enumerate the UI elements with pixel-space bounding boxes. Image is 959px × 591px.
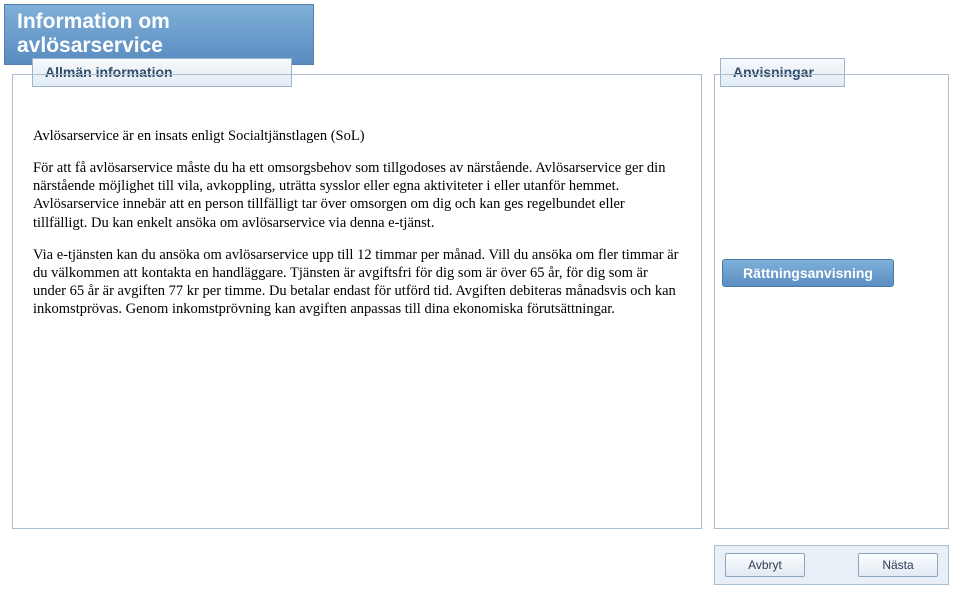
sidebar-panel — [714, 74, 949, 529]
content-para-2: För att få avlösarservice måste du ha et… — [33, 159, 681, 232]
footer-bar: Avbryt Nästa — [714, 545, 949, 585]
content-panel: Avlösarservice är en insats enligt Socia… — [12, 74, 702, 529]
next-button[interactable]: Nästa — [858, 553, 938, 577]
correction-instruction-pill[interactable]: Rättningsanvisning — [722, 259, 894, 287]
cancel-button-label: Avbryt — [748, 558, 782, 572]
page-title-bar: Information om avlösarservice — [4, 4, 314, 65]
content-para-1: Avlösarservice är en insats enligt Socia… — [33, 127, 681, 145]
next-button-label: Nästa — [882, 558, 913, 572]
page-title: Information om avlösarservice — [17, 10, 170, 57]
cancel-button[interactable]: Avbryt — [725, 553, 805, 577]
correction-instruction-label: Rättningsanvisning — [743, 265, 873, 281]
content-para-3: Via e-tjänsten kan du ansöka om avlösars… — [33, 246, 681, 319]
